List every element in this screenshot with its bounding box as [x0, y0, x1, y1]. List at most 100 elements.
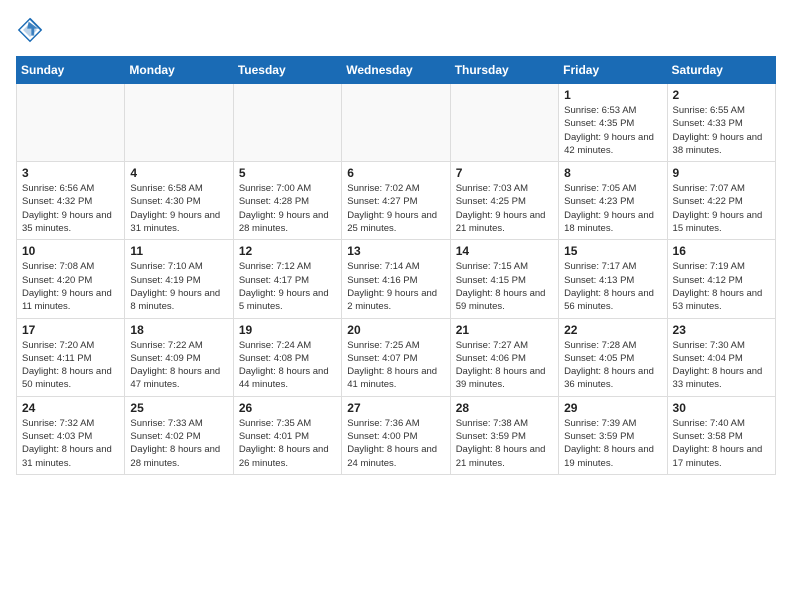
weekday-header: Thursday — [450, 57, 558, 84]
day-number: 30 — [673, 401, 770, 415]
calendar-week-row: 24 Sunrise: 7:32 AM Sunset: 4:03 PM Dayli… — [17, 396, 776, 474]
calendar-day-cell: 19 Sunrise: 7:24 AM Sunset: 4:08 PM Dayli… — [233, 318, 341, 396]
calendar-week-row: 10 Sunrise: 7:08 AM Sunset: 4:20 PM Dayli… — [17, 240, 776, 318]
calendar-day-cell: 21Sunrise: 7:27 AM Sunset: 4:06 PM Dayli… — [450, 318, 558, 396]
day-number: 19 — [239, 323, 336, 337]
weekday-header: Wednesday — [342, 57, 450, 84]
day-number: 7 — [456, 166, 553, 180]
calendar-day-cell: 8 Sunrise: 7:05 AM Sunset: 4:23 PM Daylig… — [559, 162, 667, 240]
day-number: 6 — [347, 166, 444, 180]
calendar-week-row: 17 Sunrise: 7:20 AM Sunset: 4:11 PM Dayli… — [17, 318, 776, 396]
day-info: Sunrise: 7:38 AM Sunset: 3:59 PM Dayligh… — [456, 417, 553, 470]
calendar-day-cell: 12 Sunrise: 7:12 AM Sunset: 4:17 PM Dayli… — [233, 240, 341, 318]
calendar-day-cell: 22 Sunrise: 7:28 AM Sunset: 4:05 PM Dayli… — [559, 318, 667, 396]
calendar-day-cell: 9 Sunrise: 7:07 AM Sunset: 4:22 PM Daylig… — [667, 162, 775, 240]
page-header — [16, 16, 776, 44]
weekday-header: Tuesday — [233, 57, 341, 84]
day-info: Sunrise: 7:15 AM Sunset: 4:15 PM Dayligh… — [456, 260, 553, 313]
calendar-day-cell: 23 Sunrise: 7:30 AM Sunset: 4:04 PM Dayli… — [667, 318, 775, 396]
day-info: Sunrise: 6:58 AM Sunset: 4:30 PM Dayligh… — [130, 182, 227, 235]
weekday-header: Saturday — [667, 57, 775, 84]
day-number: 23 — [673, 323, 770, 337]
calendar-day-cell — [125, 84, 233, 162]
calendar-day-cell: 28 Sunrise: 7:38 AM Sunset: 3:59 PM Dayli… — [450, 396, 558, 474]
day-number: 18 — [130, 323, 227, 337]
day-number: 9 — [673, 166, 770, 180]
calendar-day-cell: 11 Sunrise: 7:10 AM Sunset: 4:19 PM Dayli… — [125, 240, 233, 318]
day-info: Sunrise: 7:08 AM Sunset: 4:20 PM Dayligh… — [22, 260, 119, 313]
calendar-day-cell — [342, 84, 450, 162]
day-info: Sunrise: 7:33 AM Sunset: 4:02 PM Dayligh… — [130, 417, 227, 470]
weekday-header: Sunday — [17, 57, 125, 84]
calendar-day-cell: 6 Sunrise: 7:02 AM Sunset: 4:27 PM Daylig… — [342, 162, 450, 240]
day-number: 20 — [347, 323, 444, 337]
day-number: 29 — [564, 401, 661, 415]
day-number: 27 — [347, 401, 444, 415]
calendar-day-cell: 13 Sunrise: 7:14 AM Sunset: 4:16 PM Dayli… — [342, 240, 450, 318]
calendar-day-cell: 7 Sunrise: 7:03 AM Sunset: 4:25 PM Daylig… — [450, 162, 558, 240]
day-info: Sunrise: 6:56 AM Sunset: 4:32 PM Dayligh… — [22, 182, 119, 235]
calendar-day-cell: 1 Sunrise: 6:53 AM Sunset: 4:35 PM Daylig… — [559, 84, 667, 162]
day-info: Sunrise: 7:36 AM Sunset: 4:00 PM Dayligh… — [347, 417, 444, 470]
calendar-day-cell: 20 Sunrise: 7:25 AM Sunset: 4:07 PM Dayli… — [342, 318, 450, 396]
day-number: 24 — [22, 401, 119, 415]
calendar-day-cell: 15 Sunrise: 7:17 AM Sunset: 4:13 PM Dayli… — [559, 240, 667, 318]
day-number: 15 — [564, 244, 661, 258]
calendar-day-cell: 29Sunrise: 7:39 AM Sunset: 3:59 PM Dayli… — [559, 396, 667, 474]
calendar-day-cell: 24 Sunrise: 7:32 AM Sunset: 4:03 PM Dayli… — [17, 396, 125, 474]
weekday-header: Monday — [125, 57, 233, 84]
calendar-day-cell — [233, 84, 341, 162]
day-number: 2 — [673, 88, 770, 102]
day-number: 12 — [239, 244, 336, 258]
day-number: 26 — [239, 401, 336, 415]
day-info: Sunrise: 7:12 AM Sunset: 4:17 PM Dayligh… — [239, 260, 336, 313]
calendar-day-cell: 10 Sunrise: 7:08 AM Sunset: 4:20 PM Dayli… — [17, 240, 125, 318]
day-number: 1 — [564, 88, 661, 102]
day-info: Sunrise: 6:53 AM Sunset: 4:35 PM Dayligh… — [564, 104, 661, 157]
calendar-day-cell: 30 Sunrise: 7:40 AM Sunset: 3:58 PM Dayli… — [667, 396, 775, 474]
calendar-day-cell: 17 Sunrise: 7:20 AM Sunset: 4:11 PM Dayli… — [17, 318, 125, 396]
day-info: Sunrise: 7:14 AM Sunset: 4:16 PM Dayligh… — [347, 260, 444, 313]
day-info: Sunrise: 7:30 AM Sunset: 4:04 PM Dayligh… — [673, 339, 770, 392]
day-number: 4 — [130, 166, 227, 180]
day-number: 25 — [130, 401, 227, 415]
calendar-day-cell: 2 Sunrise: 6:55 AM Sunset: 4:33 PM Daylig… — [667, 84, 775, 162]
day-number: 13 — [347, 244, 444, 258]
weekday-header: Friday — [559, 57, 667, 84]
day-number: 22 — [564, 323, 661, 337]
day-number: 28 — [456, 401, 553, 415]
day-info: Sunrise: 7:22 AM Sunset: 4:09 PM Dayligh… — [130, 339, 227, 392]
day-number: 8 — [564, 166, 661, 180]
calendar-day-cell: 4 Sunrise: 6:58 AM Sunset: 4:30 PM Daylig… — [125, 162, 233, 240]
day-info: Sunrise: 7:00 AM Sunset: 4:28 PM Dayligh… — [239, 182, 336, 235]
calendar-day-cell — [450, 84, 558, 162]
day-info: Sunrise: 7:05 AM Sunset: 4:23 PM Dayligh… — [564, 182, 661, 235]
calendar-day-cell: 16 Sunrise: 7:19 AM Sunset: 4:12 PM Dayli… — [667, 240, 775, 318]
day-info: Sunrise: 7:28 AM Sunset: 4:05 PM Dayligh… — [564, 339, 661, 392]
day-info: Sunrise: 7:19 AM Sunset: 4:12 PM Dayligh… — [673, 260, 770, 313]
day-number: 11 — [130, 244, 227, 258]
day-info: Sunrise: 7:03 AM Sunset: 4:25 PM Dayligh… — [456, 182, 553, 235]
calendar-day-cell: 27 Sunrise: 7:36 AM Sunset: 4:00 PM Dayli… — [342, 396, 450, 474]
day-number: 3 — [22, 166, 119, 180]
day-info: Sunrise: 6:55 AM Sunset: 4:33 PM Dayligh… — [673, 104, 770, 157]
calendar-header-row: SundayMondayTuesdayWednesdayThursdayFrid… — [17, 57, 776, 84]
day-info: Sunrise: 7:17 AM Sunset: 4:13 PM Dayligh… — [564, 260, 661, 313]
day-info: Sunrise: 7:20 AM Sunset: 4:11 PM Dayligh… — [22, 339, 119, 392]
day-number: 14 — [456, 244, 553, 258]
day-info: Sunrise: 7:25 AM Sunset: 4:07 PM Dayligh… — [347, 339, 444, 392]
day-info: Sunrise: 7:10 AM Sunset: 4:19 PM Dayligh… — [130, 260, 227, 313]
day-info: Sunrise: 7:24 AM Sunset: 4:08 PM Dayligh… — [239, 339, 336, 392]
calendar-week-row: 3 Sunrise: 6:56 AM Sunset: 4:32 PM Daylig… — [17, 162, 776, 240]
calendar-day-cell — [17, 84, 125, 162]
day-number: 16 — [673, 244, 770, 258]
calendar-table: SundayMondayTuesdayWednesdayThursdayFrid… — [16, 56, 776, 475]
day-info: Sunrise: 7:07 AM Sunset: 4:22 PM Dayligh… — [673, 182, 770, 235]
day-number: 17 — [22, 323, 119, 337]
day-number: 10 — [22, 244, 119, 258]
logo — [16, 16, 48, 44]
day-info: Sunrise: 7:40 AM Sunset: 3:58 PM Dayligh… — [673, 417, 770, 470]
day-info: Sunrise: 7:32 AM Sunset: 4:03 PM Dayligh… — [22, 417, 119, 470]
day-number: 5 — [239, 166, 336, 180]
day-info: Sunrise: 7:02 AM Sunset: 4:27 PM Dayligh… — [347, 182, 444, 235]
